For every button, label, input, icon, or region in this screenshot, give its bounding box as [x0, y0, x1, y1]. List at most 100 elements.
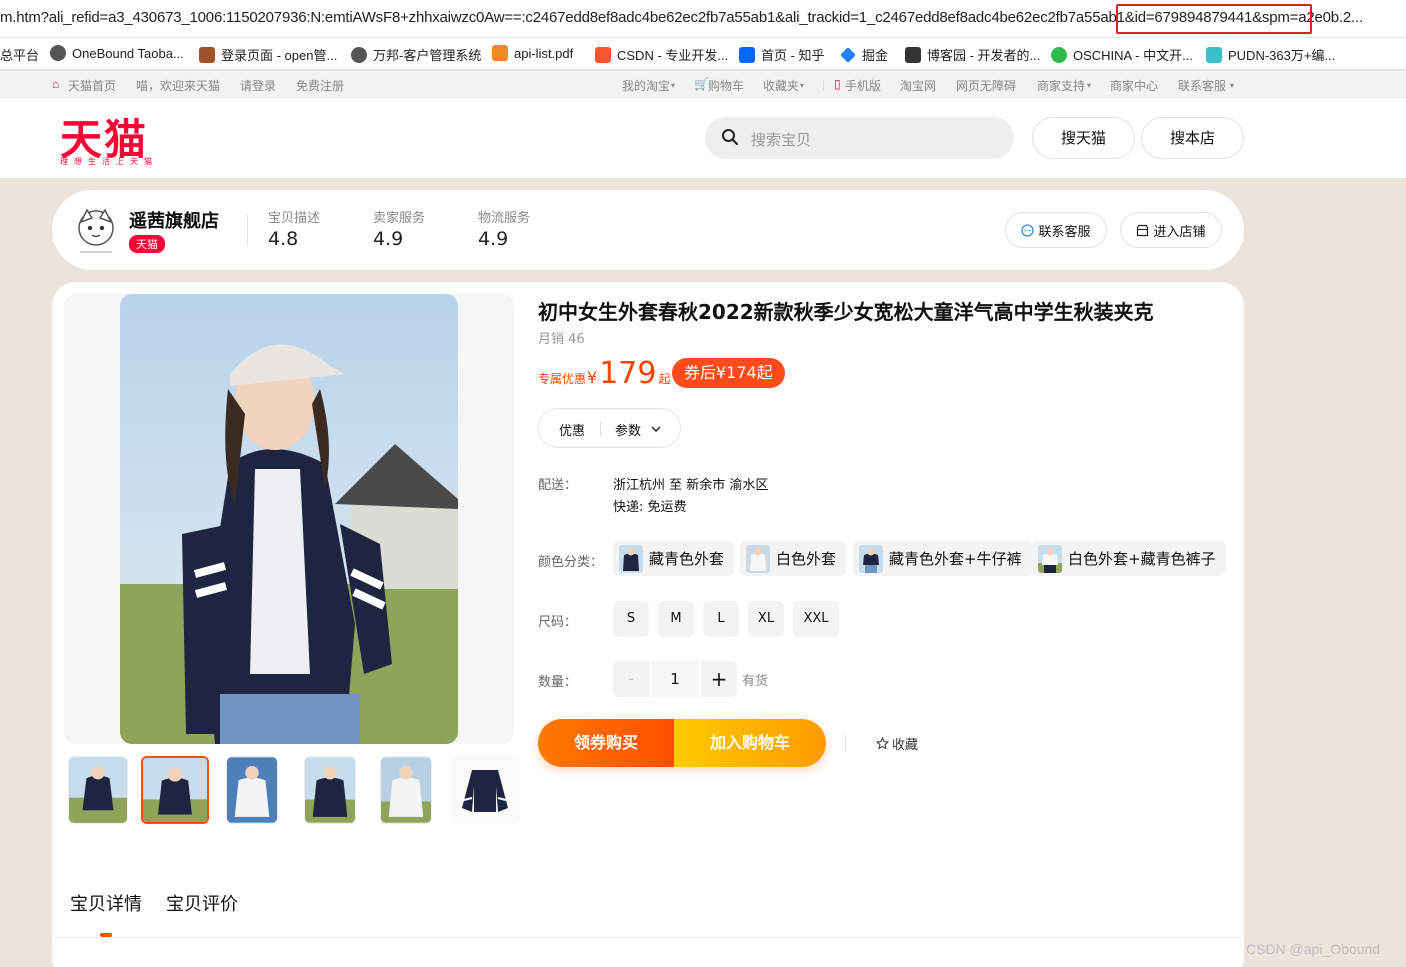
search-box[interactable]: 搜索宝贝 [705, 117, 1014, 159]
delivery-fee: 快递: 免运费 [613, 500, 687, 515]
color-option[interactable]: 白色外套 [740, 541, 847, 576]
bookmark-item[interactable]: PUDN-363万+编... [1206, 45, 1335, 64]
bookmark-item[interactable]: 首页 - 知乎 [739, 45, 825, 64]
bookmark-item[interactable]: 登录页面 - open管... [199, 45, 337, 64]
purchase-buttons: 领券购买 加入购物车 [538, 719, 826, 767]
product-main-image[interactable] [120, 294, 458, 744]
bookmark-label: PUDN-363万+编... [1228, 48, 1336, 63]
juejin-icon [840, 46, 856, 63]
search-input[interactable]: 搜索宝贝 [751, 129, 811, 150]
nav-login[interactable]: 请登录 [240, 77, 276, 94]
bookmark-item[interactable]: api-list.pdf [492, 45, 573, 61]
nav-welcome: 喵，欢迎来天猫 [136, 79, 221, 93]
coupon-price-badge[interactable]: 券后¥174起 [672, 358, 785, 388]
nav-register[interactable]: 免费注册 [296, 77, 344, 94]
enter-shop-label: 进入店铺 [1153, 224, 1206, 240]
watermark: CSDN @api_Obound [1246, 941, 1381, 957]
nav-taobao[interactable]: 淘宝网 [900, 77, 936, 94]
search-shop-button[interactable]: 搜本店 [1141, 117, 1244, 159]
stock-status: 有货 [742, 674, 769, 689]
price-row: 专属优惠 ¥ 179 起 [538, 356, 671, 391]
pdf-icon [492, 45, 508, 61]
bookmark-item[interactable]: 总平台 [0, 45, 39, 64]
size-option[interactable]: XL [748, 601, 784, 637]
tab-promotions[interactable]: 优惠 [559, 420, 585, 439]
color-swatch [1038, 544, 1062, 573]
nav-divider: | [822, 77, 826, 91]
nav-mobile[interactable]: 手机版 [845, 77, 881, 94]
color-option[interactable]: 藏青色外套+牛仔裤 [853, 541, 1032, 576]
quantity-increment-button[interactable]: + [701, 661, 737, 697]
monthly-sales: 月销 46 [538, 332, 585, 347]
size-option[interactable]: M [658, 601, 694, 637]
tab-product-details[interactable]: 宝贝详情 [70, 890, 142, 916]
nav-merchant-center[interactable]: 商家中心 [1110, 77, 1158, 94]
nav-merchant-support[interactable]: 商家支持 [1037, 77, 1085, 94]
price-value: 179 [599, 356, 657, 391]
delivery-label: 配送： [538, 478, 578, 493]
nav-tmall-home[interactable]: 天猫首页 [68, 77, 116, 94]
thumbnail[interactable] [304, 756, 356, 824]
search-icon [722, 129, 738, 145]
search-tmall-button[interactable]: 搜天猫 [1032, 117, 1135, 159]
bookmark-item[interactable]: OSCHINA - 中文开... [1051, 45, 1193, 64]
bookmark-label: OneBound Taoba... [72, 45, 184, 61]
thumbnail[interactable] [226, 756, 278, 824]
page-icon [199, 46, 215, 63]
bookmark-label: OSCHINA - 中文开... [1073, 48, 1193, 63]
add-to-cart-button[interactable]: 加入购物车 [674, 719, 826, 767]
rating-value: 4.9 [373, 228, 404, 250]
bookmark-item[interactable]: 万邦-客户管理系统 [351, 45, 481, 64]
rating-label: 卖家服务 [373, 211, 426, 226]
size-option[interactable]: S [613, 601, 649, 637]
chat-icon [1021, 223, 1035, 237]
site-nav: ⌂ 天猫首页 喵，欢迎来天猫 请登录 免费注册 我的淘宝 ▾ 🛒 购物车 收藏夹… [0, 71, 1406, 98]
price-suffix: 起 [658, 372, 671, 386]
shop-name[interactable]: 遥茜旗舰店 [129, 207, 219, 233]
thumbnail[interactable] [450, 756, 520, 824]
quantity-label: 数量： [538, 675, 578, 690]
delivery-route[interactable]: 浙江杭州 至 新余市 渝水区 [613, 474, 768, 493]
favorite-button[interactable]: 收藏 [876, 734, 918, 753]
shop-avatar[interactable] [72, 204, 120, 256]
tab-params[interactable]: 参数 [615, 420, 641, 439]
bookmark-item[interactable]: 掘金 [840, 45, 888, 64]
shop-info-bar: 遥茜旗舰店 天猫 宝贝描述 4.8 卖家服务 4.9 物流服务 4.9 联系客服… [52, 190, 1244, 270]
buy-with-coupon-button[interactable]: 领券购买 [538, 719, 674, 767]
quantity-decrement-button[interactable]: - [613, 661, 649, 697]
rating-label: 宝贝描述 [268, 211, 321, 226]
nav-cart[interactable]: 购物车 [708, 77, 744, 94]
tab-product-reviews[interactable]: 宝贝评价 [166, 890, 238, 916]
nav-my-taobao[interactable]: 我的淘宝 [622, 77, 670, 94]
size-option[interactable]: L [703, 601, 739, 637]
contact-service-label: 联系客服 [1038, 224, 1091, 240]
bookmark-item[interactable]: OneBound Taoba... [50, 45, 184, 61]
bookmark-item[interactable]: CSDN - 专业开发... [595, 45, 728, 64]
price-currency: ¥ [587, 368, 598, 387]
bookmark-label: 首页 - 知乎 [761, 48, 825, 63]
nav-favorites[interactable]: 收藏夹 [763, 77, 799, 94]
bookmark-item[interactable]: 博客园 - 开发者的... [905, 45, 1040, 64]
chevron-down-icon: ▾ [1087, 81, 1092, 90]
size-option[interactable]: XXL [793, 601, 839, 637]
address-bar[interactable]: m.htm?ali_refid=a3_430673_1006:115020793… [0, 0, 1406, 38]
bookmark-label: 万邦-客户管理系统 [373, 48, 482, 63]
nav-accessibility[interactable]: 网页无障碍 [956, 77, 1016, 94]
color-option[interactable]: 藏青色外套 [613, 541, 735, 576]
divider [845, 734, 846, 752]
thumbnail[interactable] [380, 756, 432, 824]
thumbnail[interactable] [68, 756, 128, 824]
quantity-input[interactable]: 1 [651, 661, 699, 697]
nav-contact[interactable]: 联系客服 [1178, 77, 1226, 94]
bookmark-label: 掘金 [862, 48, 889, 63]
bookmark-label: 登录页面 - open管... [221, 48, 338, 63]
product-card: 初中女生外套春秋2022新款秋季少女宽松大童洋气高中学生秋装夹克 月销 46 专… [52, 282, 1244, 967]
phone-icon: ▯ [834, 77, 841, 91]
color-option[interactable]: 白色外套+藏青色裤子 [1032, 541, 1226, 576]
contact-service-button[interactable]: 联系客服 [1005, 212, 1107, 248]
enter-shop-button[interactable]: 进入店铺 [1120, 212, 1222, 248]
csdn-icon [595, 46, 611, 63]
oschina-icon [1051, 46, 1067, 63]
zhihu-icon [739, 46, 755, 63]
thumbnail[interactable] [141, 756, 209, 824]
